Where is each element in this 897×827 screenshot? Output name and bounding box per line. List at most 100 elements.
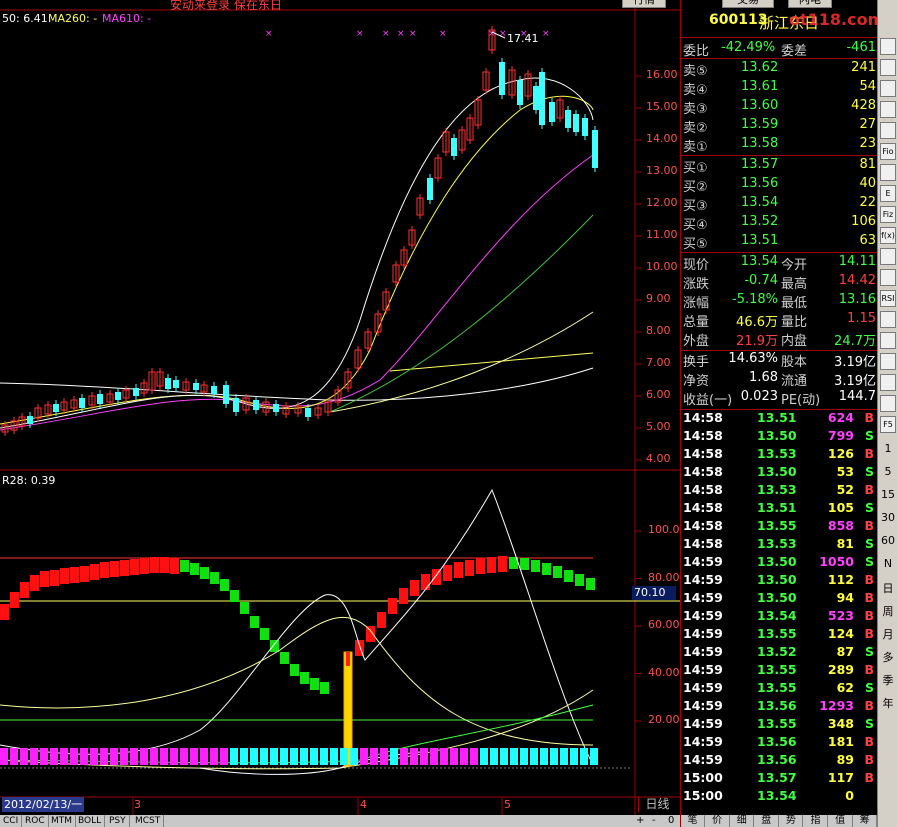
tick-row[interactable]: 14:59 13.52 87 S [681, 644, 878, 662]
price-tick-label: 4.00 [646, 452, 671, 465]
sell-level-4: 卖④ 13.61 54 [681, 79, 878, 99]
tick-row[interactable]: 14:59 13.55 124 B [681, 626, 878, 644]
tab-mtm[interactable]: MTM [48, 815, 77, 827]
period-7[interactable]: 周 [878, 603, 897, 619]
period-9[interactable]: 多 [878, 649, 897, 665]
tick-row[interactable]: 14:59 13.50 94 B [681, 590, 878, 608]
tick-row[interactable]: 14:59 13.55 289 B [681, 662, 878, 680]
fin-icon[interactable] [880, 164, 896, 181]
tick-row[interactable]: 14:59 13.56 181 B [681, 734, 878, 752]
candle-body-28 [253, 400, 259, 410]
tick-row[interactable]: 14:58 13.51 105 S [681, 500, 878, 518]
period-4[interactable]: 60 [878, 534, 897, 547]
tick-time: 14:59 [683, 554, 723, 569]
tick-price: 13.53 [757, 446, 797, 461]
period-11[interactable]: 年 [878, 695, 897, 711]
rsi-icon[interactable]: RSI [880, 290, 896, 307]
info-icon[interactable] [880, 122, 896, 139]
tab-boll[interactable]: BOLL [75, 815, 106, 827]
ind-vol-bar-3 [30, 748, 38, 765]
tick-row[interactable]: 14:59 13.55 62 S [681, 680, 878, 698]
tick-row[interactable]: 15:00 13.57 117 B [681, 770, 878, 788]
period-button[interactable]: 日线 [638, 797, 676, 812]
ind-vol-bar-41 [410, 748, 418, 765]
pencil-icon[interactable] [880, 353, 896, 370]
quote-tab-0[interactable]: 笔 [681, 815, 705, 827]
text-icon[interactable]: E [880, 185, 896, 202]
tick-side: B [864, 572, 874, 587]
buy-level-price: 13.57 [741, 157, 779, 172]
tick-row[interactable]: 14:58 13.53 81 S [681, 536, 878, 554]
tick-row[interactable]: 14:58 13.50 799 S [681, 428, 878, 446]
period-8[interactable]: 月 [878, 626, 897, 642]
ind-block-16 [160, 557, 169, 573]
tick-row[interactable]: 14:59 13.56 1293 B [681, 698, 878, 716]
play-icon[interactable] [880, 332, 896, 349]
page-icon[interactable] [880, 248, 896, 265]
month-label-4: 4 [360, 798, 367, 811]
tick-price: 13.51 [757, 500, 797, 515]
price-tick-label: 11.00 [646, 228, 678, 241]
period-3[interactable]: 30 [878, 511, 897, 524]
tick-row[interactable]: 14:59 13.50 112 B [681, 572, 878, 590]
period-0[interactable]: 1 [878, 442, 897, 455]
candle-body-60 [539, 72, 545, 125]
period-6[interactable]: 日 [878, 580, 897, 596]
tick-side: B [864, 410, 874, 425]
doc-icon[interactable] [880, 38, 896, 55]
quote-tab-5[interactable]: 指 [804, 815, 828, 827]
fiz-icon[interactable]: Fiz [880, 206, 896, 223]
period-2[interactable]: 15 [878, 488, 897, 501]
quote-tab-1[interactable]: 价 [706, 815, 730, 827]
f5-icon[interactable]: F5 [880, 416, 896, 433]
period-5[interactable]: N [878, 557, 897, 570]
quote-tab-2[interactable]: 细 [730, 815, 755, 827]
period-1[interactable]: 5 [878, 465, 897, 478]
list-icon[interactable] [880, 269, 896, 286]
tick-time: 14:59 [683, 680, 723, 695]
zoom-out-button[interactable]: - [652, 815, 656, 827]
ind-vol-bar-16 [160, 748, 168, 765]
reset-button[interactable]: 0 [668, 815, 674, 827]
tick-price: 13.55 [757, 626, 797, 641]
ind-tick-label: 20.00 [648, 713, 680, 726]
grid-icon[interactable] [880, 59, 896, 76]
tab-cci[interactable]: CCI [0, 815, 23, 827]
period-10[interactable]: 季 [878, 672, 897, 688]
candle-body-11 [97, 394, 103, 404]
tick-row[interactable]: 14:58 13.53 52 B [681, 482, 878, 500]
quote-tab-7[interactable]: 筹 [853, 815, 878, 827]
ind-vol-bar-44 [440, 748, 448, 765]
zoom-in-button[interactable]: + [636, 815, 644, 827]
tick-row[interactable]: 14:58 13.55 858 B [681, 518, 878, 536]
arrow-icon[interactable] [880, 311, 896, 328]
trend-icon[interactable] [880, 80, 896, 97]
tick-row[interactable]: 14:59 13.54 523 B [681, 608, 878, 626]
quote-tab-4[interactable]: 势 [779, 815, 804, 827]
table-icon[interactable]: Fio [880, 143, 896, 160]
tick-time: 14:59 [683, 590, 723, 605]
candle-body-49 [451, 138, 457, 156]
kline-chart-panel[interactable]: ×××××××××× 安动来登录 保在东日 行情 交易 闪电 50: 6.41 … [0, 0, 832, 827]
tick-row[interactable]: 14:59 13.50 1050 S [681, 554, 878, 572]
candle-body-63 [565, 110, 571, 128]
tick-row[interactable]: 14:59 13.55 348 S [681, 716, 878, 734]
tick-row[interactable]: 15:00 13.54 0 [681, 788, 878, 806]
hangqing-button[interactable]: 行情 [622, 0, 666, 8]
tab-mcst[interactable]: MCST [132, 815, 165, 827]
tab-roc[interactable]: ROC [22, 815, 49, 827]
bars-icon[interactable] [880, 101, 896, 118]
sell-level-label: 卖② [683, 121, 708, 136]
fx-icon[interactable]: f(x) [880, 227, 896, 244]
up-icon[interactable] [880, 395, 896, 412]
tick-row[interactable]: 14:58 13.51 624 B [681, 410, 878, 428]
tick-row[interactable]: 14:59 13.56 89 B [681, 752, 878, 770]
chart-canvas[interactable]: × × × × × × × × × × [0, 0, 680, 827]
tab-psy[interactable]: PSY [106, 815, 130, 827]
signal-mark-3: × [397, 29, 405, 39]
quote-tab-6[interactable]: 值 [829, 815, 853, 827]
quote-tab-3[interactable]: 盘 [755, 815, 779, 827]
dot-icon[interactable] [880, 374, 896, 391]
tick-row[interactable]: 14:58 13.53 126 B [681, 446, 878, 464]
tick-row[interactable]: 14:58 13.50 53 S [681, 464, 878, 482]
